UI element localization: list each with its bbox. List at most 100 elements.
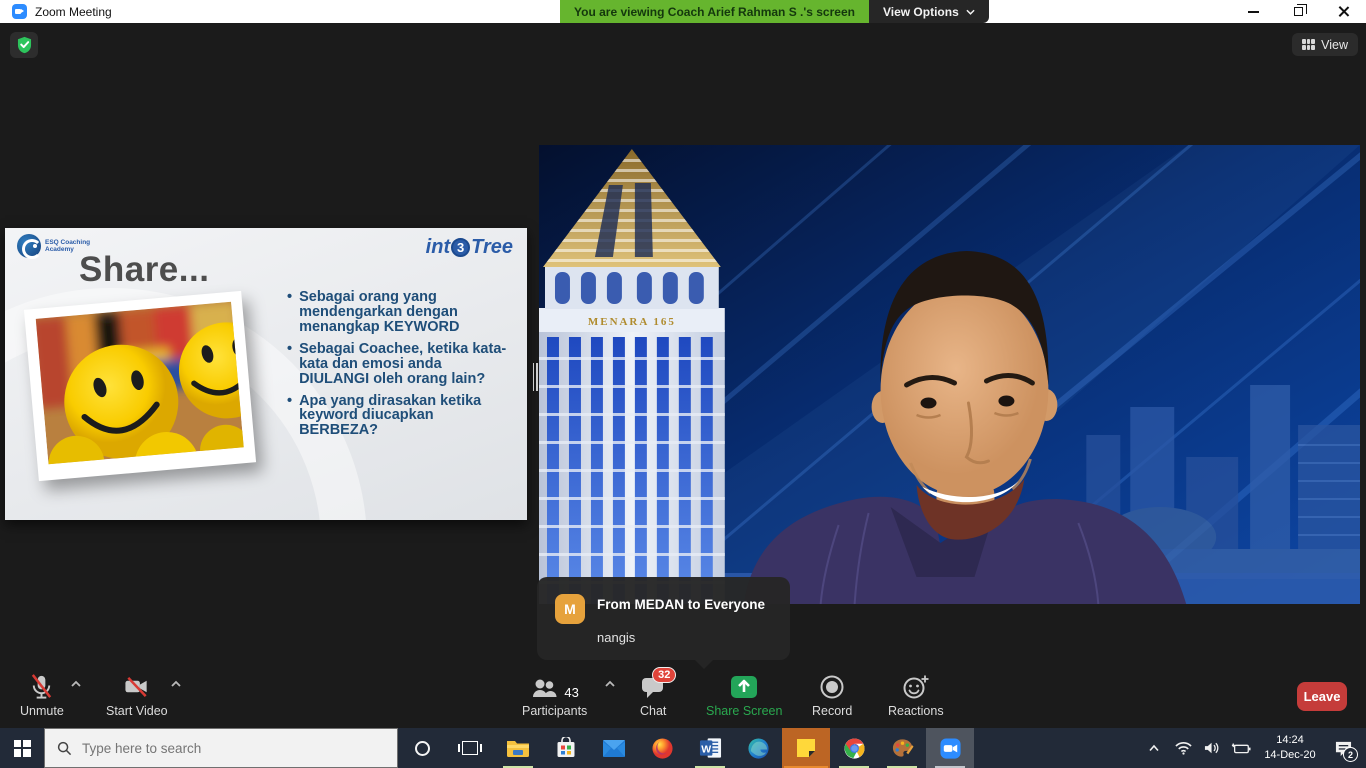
minimize-icon — [1248, 11, 1259, 13]
chat-popup-header: From MEDAN to Everyone — [597, 597, 765, 612]
meeting-area: View ESQ Coaching Academy Share... int 3… — [0, 23, 1366, 728]
taskbar-icon-task-view[interactable] — [446, 728, 494, 768]
participant-video-scene: MENARA 165 — [539, 145, 1360, 604]
speaker-icon — [1204, 741, 1221, 755]
mail-icon — [602, 739, 626, 758]
tray-battery[interactable] — [1230, 728, 1252, 768]
window-controls — [1231, 0, 1366, 23]
task-view-icon — [462, 741, 478, 755]
share-screen-label: Share Screen — [706, 704, 782, 718]
edge-icon — [747, 737, 770, 760]
taskbar-icon-cortana[interactable] — [398, 728, 446, 768]
taskbar-icon-firefox[interactable] — [638, 728, 686, 768]
participants-button[interactable]: 43 Participants — [522, 674, 587, 718]
file-explorer-icon — [506, 738, 530, 758]
clock-time: 14:24 — [1259, 733, 1321, 748]
participants-options-chevron[interactable] — [604, 680, 616, 688]
taskbar-clock[interactable]: 14:24 14-Dec-20 — [1259, 733, 1321, 763]
unmute-button[interactable]: Unmute — [20, 674, 64, 718]
unmute-options-chevron[interactable] — [70, 680, 82, 688]
notification-count-badge: 2 — [1343, 747, 1358, 762]
system-tray: 14:24 14-Dec-20 2 — [1143, 728, 1366, 768]
record-icon — [819, 674, 845, 700]
view-options-label: View Options — [883, 5, 959, 19]
record-button[interactable]: Record — [812, 674, 852, 718]
view-layout-button[interactable]: View — [1292, 33, 1358, 56]
screen: Zoom Meeting You are viewing Coach Arief… — [0, 0, 1366, 768]
taskbar-icon-word[interactable]: W — [686, 728, 734, 768]
taskbar-icon-edge[interactable] — [734, 728, 782, 768]
restore-button[interactable] — [1276, 0, 1321, 23]
screen-share-banner-wrap: You are viewing Coach Arief Rahman S .'s… — [560, 0, 989, 23]
chat-button[interactable]: 32 Chat — [640, 674, 666, 718]
smiley-photo — [24, 291, 256, 481]
esq-logo-icon — [17, 234, 41, 258]
battery-charging-icon — [1231, 742, 1251, 755]
intree-logo-post: Tree — [471, 236, 513, 259]
intree-logo: int 3 Tree — [426, 236, 513, 259]
taskbar-icon-mail[interactable] — [590, 728, 638, 768]
taskbar-icon-zoom[interactable] — [926, 728, 974, 768]
taskbar-icon-microsoft-store[interactable] — [542, 728, 590, 768]
unmute-label: Unmute — [20, 704, 64, 718]
zoom-toolbar: Unmute Start Video — [0, 666, 1366, 728]
intree-logo-pre: int — [426, 236, 450, 259]
participant-video: MENARA 165 — [539, 145, 1360, 604]
participants-icon — [530, 676, 558, 700]
windows-taskbar: W — [0, 728, 1366, 768]
chrome-icon — [843, 737, 866, 760]
view-options-button[interactable]: View Options — [869, 0, 989, 23]
reactions-icon — [902, 674, 930, 700]
screen-share-banner: You are viewing Coach Arief Rahman S .'s… — [560, 0, 869, 23]
shield-check-icon — [16, 36, 33, 54]
grid-view-icon — [1302, 39, 1315, 50]
close-button[interactable] — [1321, 0, 1366, 23]
taskbar-icon-sticky-notes[interactable] — [782, 728, 830, 768]
reactions-button[interactable]: Reactions — [888, 674, 944, 718]
chat-avatar: M — [555, 594, 585, 624]
record-label: Record — [812, 704, 852, 718]
chat-popup-message: nangis — [597, 630, 635, 645]
participants-label: Participants — [522, 704, 587, 718]
tray-chevron-up[interactable] — [1143, 728, 1165, 768]
meeting-security-button[interactable] — [10, 32, 38, 58]
microphone-muted-icon — [28, 673, 55, 700]
clock-date: 14-Dec-20 — [1259, 748, 1321, 763]
video-options-chevron[interactable] — [170, 680, 182, 688]
action-center-button[interactable]: 2 — [1328, 728, 1358, 768]
tray-wifi[interactable] — [1172, 728, 1194, 768]
slide-bullet: •Sebagai orang yang mendengarkan dengan … — [287, 290, 515, 335]
zoom-taskbar-icon — [939, 737, 962, 760]
word-icon: W — [699, 737, 722, 759]
share-screen-button[interactable]: Share Screen — [706, 674, 782, 718]
chat-label: Chat — [640, 704, 666, 718]
cortana-icon — [415, 741, 430, 756]
minimize-button[interactable] — [1231, 0, 1276, 23]
panel-resize-handle[interactable] — [531, 363, 539, 391]
video-off-icon — [122, 673, 152, 700]
start-video-button[interactable]: Start Video — [106, 674, 168, 718]
tray-volume[interactable] — [1201, 728, 1223, 768]
wifi-icon — [1175, 741, 1192, 755]
taskbar-icon-paint[interactable] — [878, 728, 926, 768]
slide-bullet: •Sebagai Coachee, ketika kata-kata dan e… — [287, 342, 515, 387]
chevron-down-icon — [966, 9, 975, 15]
search-icon — [57, 741, 72, 756]
taskbar-search[interactable] — [44, 728, 398, 768]
leave-button[interactable]: Leave — [1297, 682, 1347, 711]
taskbar-icon-file-explorer[interactable] — [494, 728, 542, 768]
microsoft-store-icon — [555, 737, 577, 759]
smiley-photo-image — [36, 302, 244, 465]
shared-screen-slide: ESQ Coaching Academy Share... int 3 Tree… — [5, 228, 527, 520]
chat-unread-badge: 32 — [652, 667, 676, 683]
participants-count: 43 — [564, 685, 578, 700]
intree-logo-circle: 3 — [451, 238, 470, 257]
slide-title: Share... — [79, 250, 209, 290]
chevron-up-icon — [1148, 744, 1160, 752]
search-input[interactable] — [82, 741, 362, 756]
svg-text:W: W — [701, 743, 711, 755]
chat-notification-popup[interactable]: M From MEDAN to Everyone nangis — [537, 577, 790, 660]
start-video-label: Start Video — [106, 704, 168, 718]
start-button[interactable] — [0, 728, 44, 768]
taskbar-icon-chrome[interactable] — [830, 728, 878, 768]
